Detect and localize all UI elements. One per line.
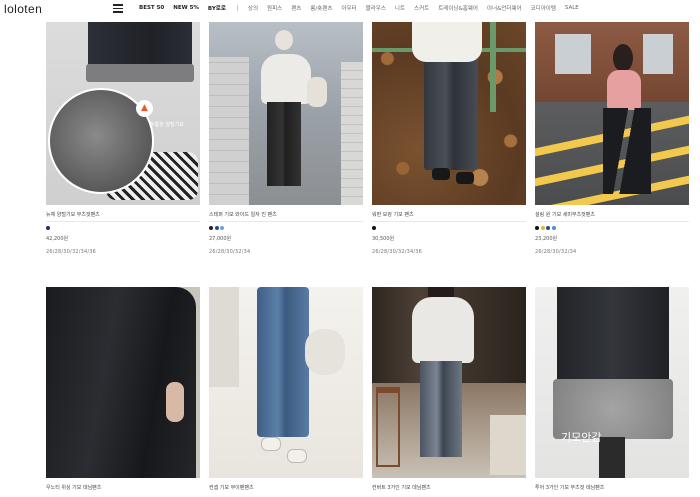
product-card[interactable]: 기모안감 투어 3가인 기모 부츠컷 데님팬츠 [535, 287, 689, 491]
product-image[interactable] [209, 22, 363, 205]
nav-sale[interactable]: SALE [565, 5, 579, 11]
product-price: 42,200원 [46, 236, 69, 242]
product-name[interactable]: 컨셉 기모 부이팬팬츠 [209, 484, 363, 491]
product-divider [372, 221, 526, 222]
color-swatches [209, 226, 363, 231]
nav-skirts[interactable]: 스커트 [414, 4, 429, 12]
product-name[interactable]: 뉴체 양털기모 부츠컷팬츠 [46, 211, 200, 218]
product-name[interactable]: 워펀 모캉 기모 팬츠 [372, 211, 526, 218]
product-card[interactable]: 컨버트 3가인 기모 데님팬츠 [372, 287, 526, 491]
hamburger-menu-icon[interactable] [113, 4, 123, 13]
product-card[interactable]: ▲ 두툼한 양털기모 뉴체 양털기모 부츠컷팬츠 42,200원 26/28/3… [46, 22, 200, 255]
product-divider [209, 221, 363, 222]
product-sizes: 26/28/30/32/34/36 [372, 249, 422, 255]
product-overlay-text: 두툼한 양털기모 [150, 122, 184, 128]
top-header: loloten BEST 50 NEW 5% BY로로 상의 원피스 팬츠 롱/… [0, 0, 700, 22]
color-swatch[interactable] [540, 226, 545, 230]
nav-outerwear[interactable]: 아우터 [341, 4, 356, 12]
product-name[interactable]: 우노티 위싱 기모 데님팬츠 [46, 484, 200, 491]
color-swatch[interactable] [214, 226, 219, 230]
product-card[interactable]: 우노티 위싱 기모 데님팬츠 [46, 287, 200, 491]
color-swatch[interactable] [551, 226, 556, 230]
color-swatch[interactable] [546, 226, 550, 230]
product-divider [46, 221, 200, 222]
color-swatch[interactable] [372, 226, 376, 230]
site-logo[interactable]: loloten [4, 2, 42, 16]
product-image[interactable]: 기모안감 [535, 287, 689, 478]
color-swatches [46, 226, 200, 231]
product-image[interactable] [372, 22, 526, 205]
product-divider [535, 221, 689, 222]
nav-inner-underwear[interactable]: 이너&언더웨어 [487, 4, 522, 12]
product-image[interactable] [209, 287, 363, 478]
product-image[interactable] [372, 287, 526, 478]
product-sizes: 26/28/30/32/34 [209, 249, 251, 255]
product-image[interactable] [535, 22, 689, 205]
product-overlay-text: 기모안감 [561, 431, 602, 444]
product-sizes: 26/28/30/32/34 [535, 249, 577, 255]
nav-dresses[interactable]: 원피스 [267, 4, 282, 12]
nav-training-homewear[interactable]: 트레이닝&홈웨어 [438, 4, 478, 12]
product-name[interactable]: 설링 원 기모 세미부츠컷팬츠 [535, 211, 689, 218]
nav-tops[interactable]: 상의 [248, 4, 258, 12]
main-nav: BEST 50 NEW 5% BY로로 상의 원피스 팬츠 롱/숏팬츠 아우터 … [139, 4, 579, 12]
color-swatches [372, 226, 526, 231]
product-name[interactable]: 컨버트 3가인 기모 데님팬츠 [372, 484, 526, 491]
product-card[interactable]: 워펀 모캉 기모 팬츠 30,500원 26/28/30/32/34/36 [372, 22, 526, 255]
nav-pants[interactable]: 팬츠 [291, 4, 301, 12]
nav-best[interactable]: BEST 50 [139, 5, 164, 11]
nav-knits[interactable]: 니트 [395, 4, 405, 12]
product-image[interactable] [46, 287, 200, 478]
product-card[interactable]: 설링 원 기모 세미부츠컷팬츠 23,200원 26/28/30/32/34 [535, 22, 689, 255]
product-sizes: 26/28/30/32/34/36 [46, 249, 96, 255]
product-card[interactable]: 컨셉 기모 부이팬팬츠 [209, 287, 363, 491]
nav-new[interactable]: NEW 5% [173, 5, 199, 11]
product-card[interactable]: 스테퍼 기모 와이드 일자 진 팬츠 27,000원 26/28/30/32/3… [209, 22, 363, 255]
color-swatch[interactable] [535, 226, 539, 230]
nav-divider [236, 5, 238, 11]
nav-long-short-pants[interactable]: 롱/숏팬츠 [310, 4, 332, 12]
product-price: 23,200원 [535, 236, 558, 242]
nav-coordi-items[interactable]: 코디아이템 [531, 4, 556, 12]
nav-blouses[interactable]: 블라우스 [366, 4, 386, 12]
product-price: 30,500원 [372, 236, 395, 242]
product-name[interactable]: 투어 3가인 기모 부츠컷 데님팬츠 [535, 484, 689, 491]
product-price: 27,000원 [209, 236, 232, 242]
product-image[interactable]: ▲ 두툼한 양털기모 [46, 22, 200, 205]
color-swatches [535, 226, 689, 231]
color-swatch[interactable] [46, 226, 50, 230]
nav-by-loloten[interactable]: BY로로 [208, 4, 226, 12]
color-swatch[interactable] [209, 226, 213, 230]
color-swatch[interactable] [220, 226, 224, 230]
fire-icon: ▲ [136, 100, 153, 117]
product-name[interactable]: 스테퍼 기모 와이드 일자 진 팬츠 [209, 211, 363, 218]
